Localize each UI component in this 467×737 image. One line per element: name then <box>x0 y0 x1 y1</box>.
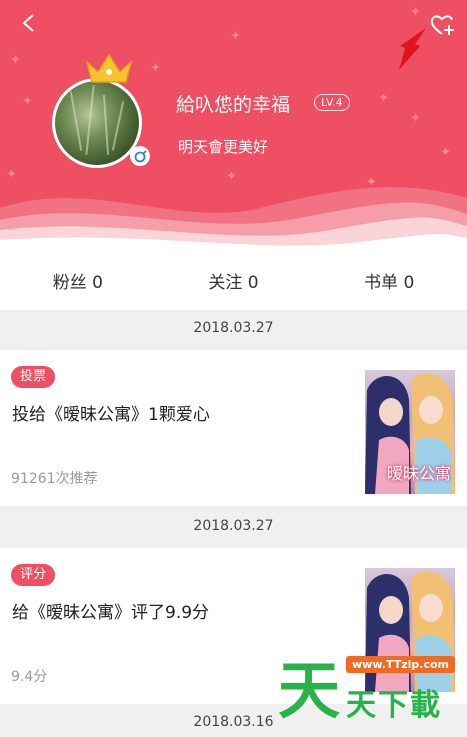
stat-following[interactable]: 关注 0 <box>156 268 312 293</box>
site-watermark: 天 www.TTzip.com 天下載 <box>276 644 466 727</box>
sparkle-icon: ✦ <box>410 5 421 20</box>
sparkle-icon: ✦ <box>230 29 241 44</box>
crown-icon <box>85 53 133 83</box>
stat-booklists[interactable]: 书单 0 <box>311 268 467 293</box>
sparkle-icon: ✦ <box>22 94 33 109</box>
avatar[interactable] <box>52 78 142 168</box>
tag-badge: 评分 <box>11 564 56 586</box>
gender-icon <box>134 150 147 163</box>
gender-badge <box>130 146 150 166</box>
sparkle-icon: ✦ <box>6 167 17 182</box>
watermark-text: 天下載 <box>346 688 442 723</box>
sparkle-icon: ✦ <box>226 169 237 184</box>
back-button[interactable] <box>14 9 42 37</box>
feed-title: 投给《暧昧公寓》1颗爱心 <box>12 405 210 425</box>
annotation-arrow-icon <box>399 28 426 70</box>
favorite-button[interactable] <box>428 10 458 40</box>
sparkle-icon: ✦ <box>366 175 377 190</box>
feed-meta: 9.4分 <box>11 669 48 685</box>
profile-header: ✦ ✦ ✦ ✦ ✦ ✦ ✦ ✦ ✦ ✦ ✦ 給叺怹的幸福 LV.4 明天會更美好 <box>0 0 467 250</box>
book-cover[interactable]: 暧昧公寓 <box>365 370 455 494</box>
cover-title-text: 暧昧公寓 <box>386 464 451 483</box>
feed-title: 给《暧昧公寓》评了9.9分 <box>12 603 210 623</box>
feed-date: 2018.03.27 <box>193 320 274 336</box>
chevron-left-icon <box>22 14 34 32</box>
user-signature: 明天會更美好 <box>178 138 269 156</box>
feed-meta: 91261次推荐 <box>11 471 98 487</box>
avatar-group <box>52 52 150 170</box>
watermark-url: www.TTzip.com <box>346 656 455 673</box>
watermark-big-char: 天 <box>278 654 341 727</box>
heart-plus-icon <box>430 15 454 35</box>
stat-fans[interactable]: 粉丝 0 <box>0 268 156 293</box>
stats-bar: 粉丝 0 关注 0 书单 0 <box>0 250 467 310</box>
sparkle-icon: ✦ <box>10 53 21 68</box>
username: 給叺怹的幸福 <box>176 94 291 116</box>
sparkle-icon: ✦ <box>440 145 451 160</box>
feed-card-vote[interactable]: 投票 投给《暧昧公寓》1颗爱心 91261次推荐 暧昧公寓 <box>0 350 467 506</box>
level-badge: LV.4 <box>314 94 350 111</box>
sparkle-icon: ✦ <box>410 111 421 126</box>
sparkle-icon: ✦ <box>378 91 389 106</box>
tag-badge: 投票 <box>11 366 56 388</box>
feed-date: 2018.03.27 <box>193 518 274 534</box>
sparkle-icon: ✦ <box>150 61 161 76</box>
